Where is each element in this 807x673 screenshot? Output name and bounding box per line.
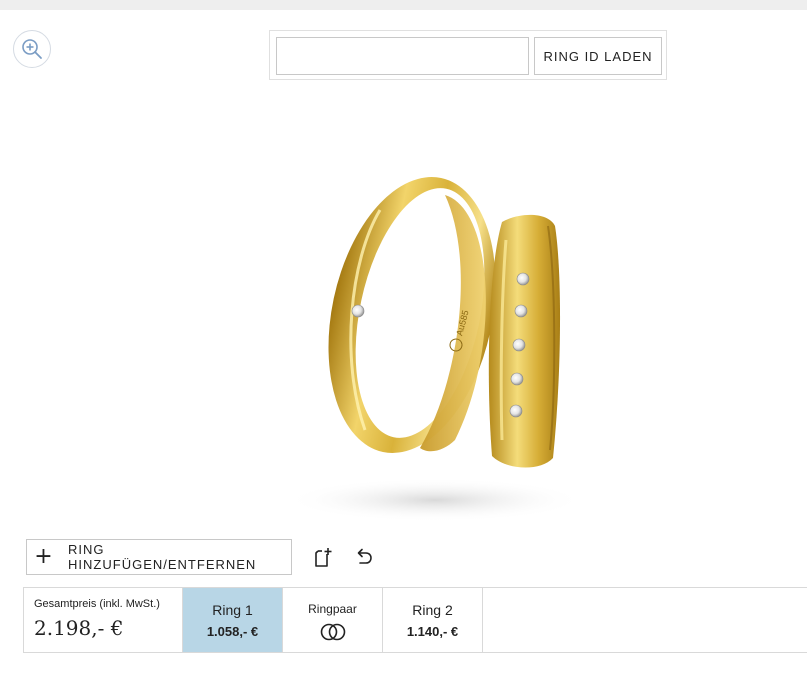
add-remove-ring-button[interactable]: + RING HINZUFÜGEN/ENTFERNEN: [26, 539, 292, 575]
ring-2-shape: [488, 214, 561, 468]
ring-2-diamond: [512, 338, 526, 352]
ring-1-price: 1.058,- €: [206, 624, 259, 639]
ring-2-diamond: [516, 272, 530, 286]
total-price-value: 2.198,- €: [34, 616, 124, 640]
tab-ring-1[interactable]: Ring 1 1.058,- €: [183, 588, 283, 652]
ring-id-search: RING ID LADEN: [269, 30, 667, 80]
ring-2-diamond: [510, 372, 524, 386]
ring-id-input[interactable]: [276, 37, 529, 75]
rings-icon: [320, 623, 345, 641]
total-price-label: Gesamtpreis (inkl. MwSt.): [34, 598, 160, 610]
tab-ring-2[interactable]: Ring 2 1.140,- €: [383, 588, 483, 652]
ring-shadow: [285, 478, 585, 522]
new-document-icon: [315, 548, 332, 567]
ring-2-name: Ring 2: [412, 602, 453, 618]
ring-1-name: Ring 1: [212, 602, 253, 618]
undo-icon: [357, 548, 372, 564]
ring-2-diamond: [509, 404, 523, 418]
add-remove-ring-label: RING HINZUFÜGEN/ENTFERNEN: [68, 542, 257, 572]
top-bar: [0, 0, 807, 10]
tab-ring-pair[interactable]: Ringpaar: [283, 588, 383, 652]
summary-spacer: [483, 588, 807, 652]
zoom-in-button[interactable]: [13, 30, 51, 68]
ring-1-diamond: [351, 304, 365, 318]
price-summary-bar: Gesamtpreis (inkl. MwSt.) 2.198,- € Ring…: [23, 587, 807, 653]
load-ring-id-button[interactable]: RING ID LADEN: [534, 37, 662, 75]
ring-preview[interactable]: Au585: [270, 150, 610, 522]
ring-pair-name: Ringpaar: [308, 602, 357, 616]
ring-2-diamond: [514, 304, 528, 318]
new-document-button[interactable]: [311, 545, 335, 569]
undo-button[interactable]: [351, 545, 375, 569]
plus-icon: +: [34, 544, 53, 569]
total-price: Gesamtpreis (inkl. MwSt.) 2.198,- €: [24, 588, 183, 652]
zoom-in-icon: [22, 39, 42, 59]
ring-2-price: 1.140,- €: [406, 624, 459, 639]
ring-1-shape: Au585: [328, 177, 496, 453]
ring-pair-image: Au585: [285, 177, 585, 522]
